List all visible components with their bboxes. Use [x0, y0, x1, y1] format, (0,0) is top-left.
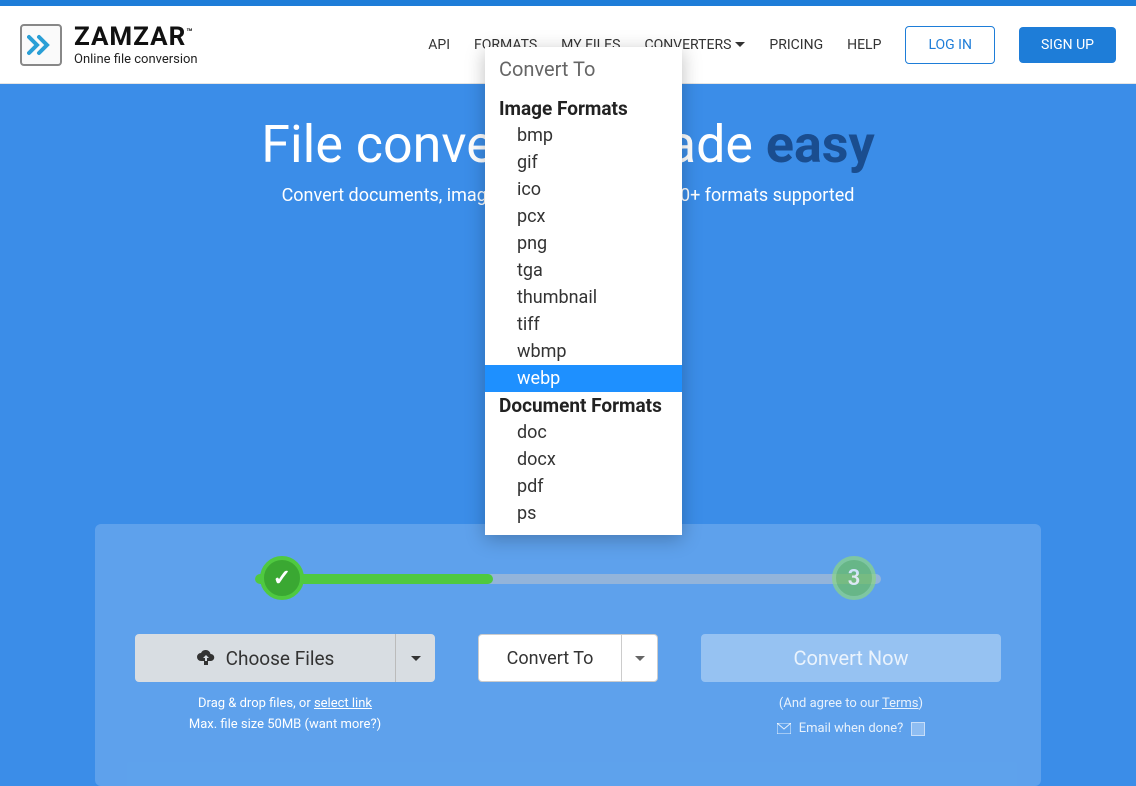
dropdown-group-document: Document Formats	[485, 392, 682, 419]
format-option-webp[interactable]: webp	[485, 365, 682, 392]
format-option-doc[interactable]: doc	[485, 419, 682, 446]
logo[interactable]: ZAMZAR™ Online file conversion	[20, 22, 198, 67]
dropdown-title: Convert To	[485, 47, 682, 95]
dropdown-group-image: Image Formats	[485, 95, 682, 122]
email-done-checkbox[interactable]	[911, 722, 925, 736]
convert-to-caret[interactable]	[621, 635, 657, 681]
terms-link[interactable]: Terms	[882, 696, 919, 711]
format-option-thumbnail[interactable]: thumbnail	[485, 284, 682, 311]
brand-tm: ™	[186, 27, 193, 38]
chevron-down-icon	[735, 42, 745, 47]
format-option-bmp[interactable]: bmp	[485, 122, 682, 149]
format-option-wbmp[interactable]: wbmp	[485, 338, 682, 365]
brand-name: ZAMZAR	[74, 22, 186, 52]
format-option-png[interactable]: png	[485, 230, 682, 257]
nav-pricing[interactable]: PRICING	[769, 37, 823, 53]
convert-now-button[interactable]: Convert Now	[701, 634, 1001, 682]
mail-icon	[777, 723, 791, 734]
format-dropdown[interactable]: Convert To Image Formats bmpgificopcxpng…	[485, 47, 682, 535]
want-more-link[interactable]: want more?	[309, 717, 377, 732]
logo-icon	[20, 24, 62, 66]
convert-to-select[interactable]: Convert To	[478, 634, 658, 682]
format-option-ps[interactable]: ps	[485, 500, 682, 527]
upload-cloud-icon	[196, 649, 216, 667]
choose-files-button[interactable]: Choose Files	[135, 634, 435, 682]
email-done-label: Email when done?	[799, 721, 904, 736]
chevron-down-icon	[635, 656, 645, 661]
format-option-docx[interactable]: docx	[485, 446, 682, 473]
login-button[interactable]: LOG IN	[905, 26, 995, 64]
progress-track	[255, 574, 881, 584]
format-option-gif[interactable]: gif	[485, 149, 682, 176]
drag-drop-hint: Drag & drop files, or select link	[198, 696, 372, 711]
nav-api[interactable]: API	[428, 37, 450, 53]
nav-help[interactable]: HELP	[847, 37, 881, 53]
signup-button[interactable]: SIGN UP	[1019, 27, 1116, 63]
choose-files-caret[interactable]	[395, 634, 435, 682]
brand-tagline: Online file conversion	[74, 52, 198, 67]
converter-panel: ✓ 3 Choose Files Drag & drop files, or s…	[95, 524, 1041, 786]
format-option-tga[interactable]: tga	[485, 257, 682, 284]
max-size-hint: Max. file size 50MB (want more?)	[189, 717, 381, 732]
format-option-tiff[interactable]: tiff	[485, 311, 682, 338]
format-option-pcx[interactable]: pcx	[485, 203, 682, 230]
format-option-pdf[interactable]: pdf	[485, 473, 682, 500]
step-3-badge: 3	[832, 556, 876, 600]
select-link[interactable]: select link	[314, 696, 372, 711]
terms-agree: (And agree to our Terms)	[779, 696, 923, 711]
step-1-badge: ✓	[260, 556, 304, 600]
format-option-ico[interactable]: ico	[485, 176, 682, 203]
chevron-down-icon	[411, 656, 421, 661]
